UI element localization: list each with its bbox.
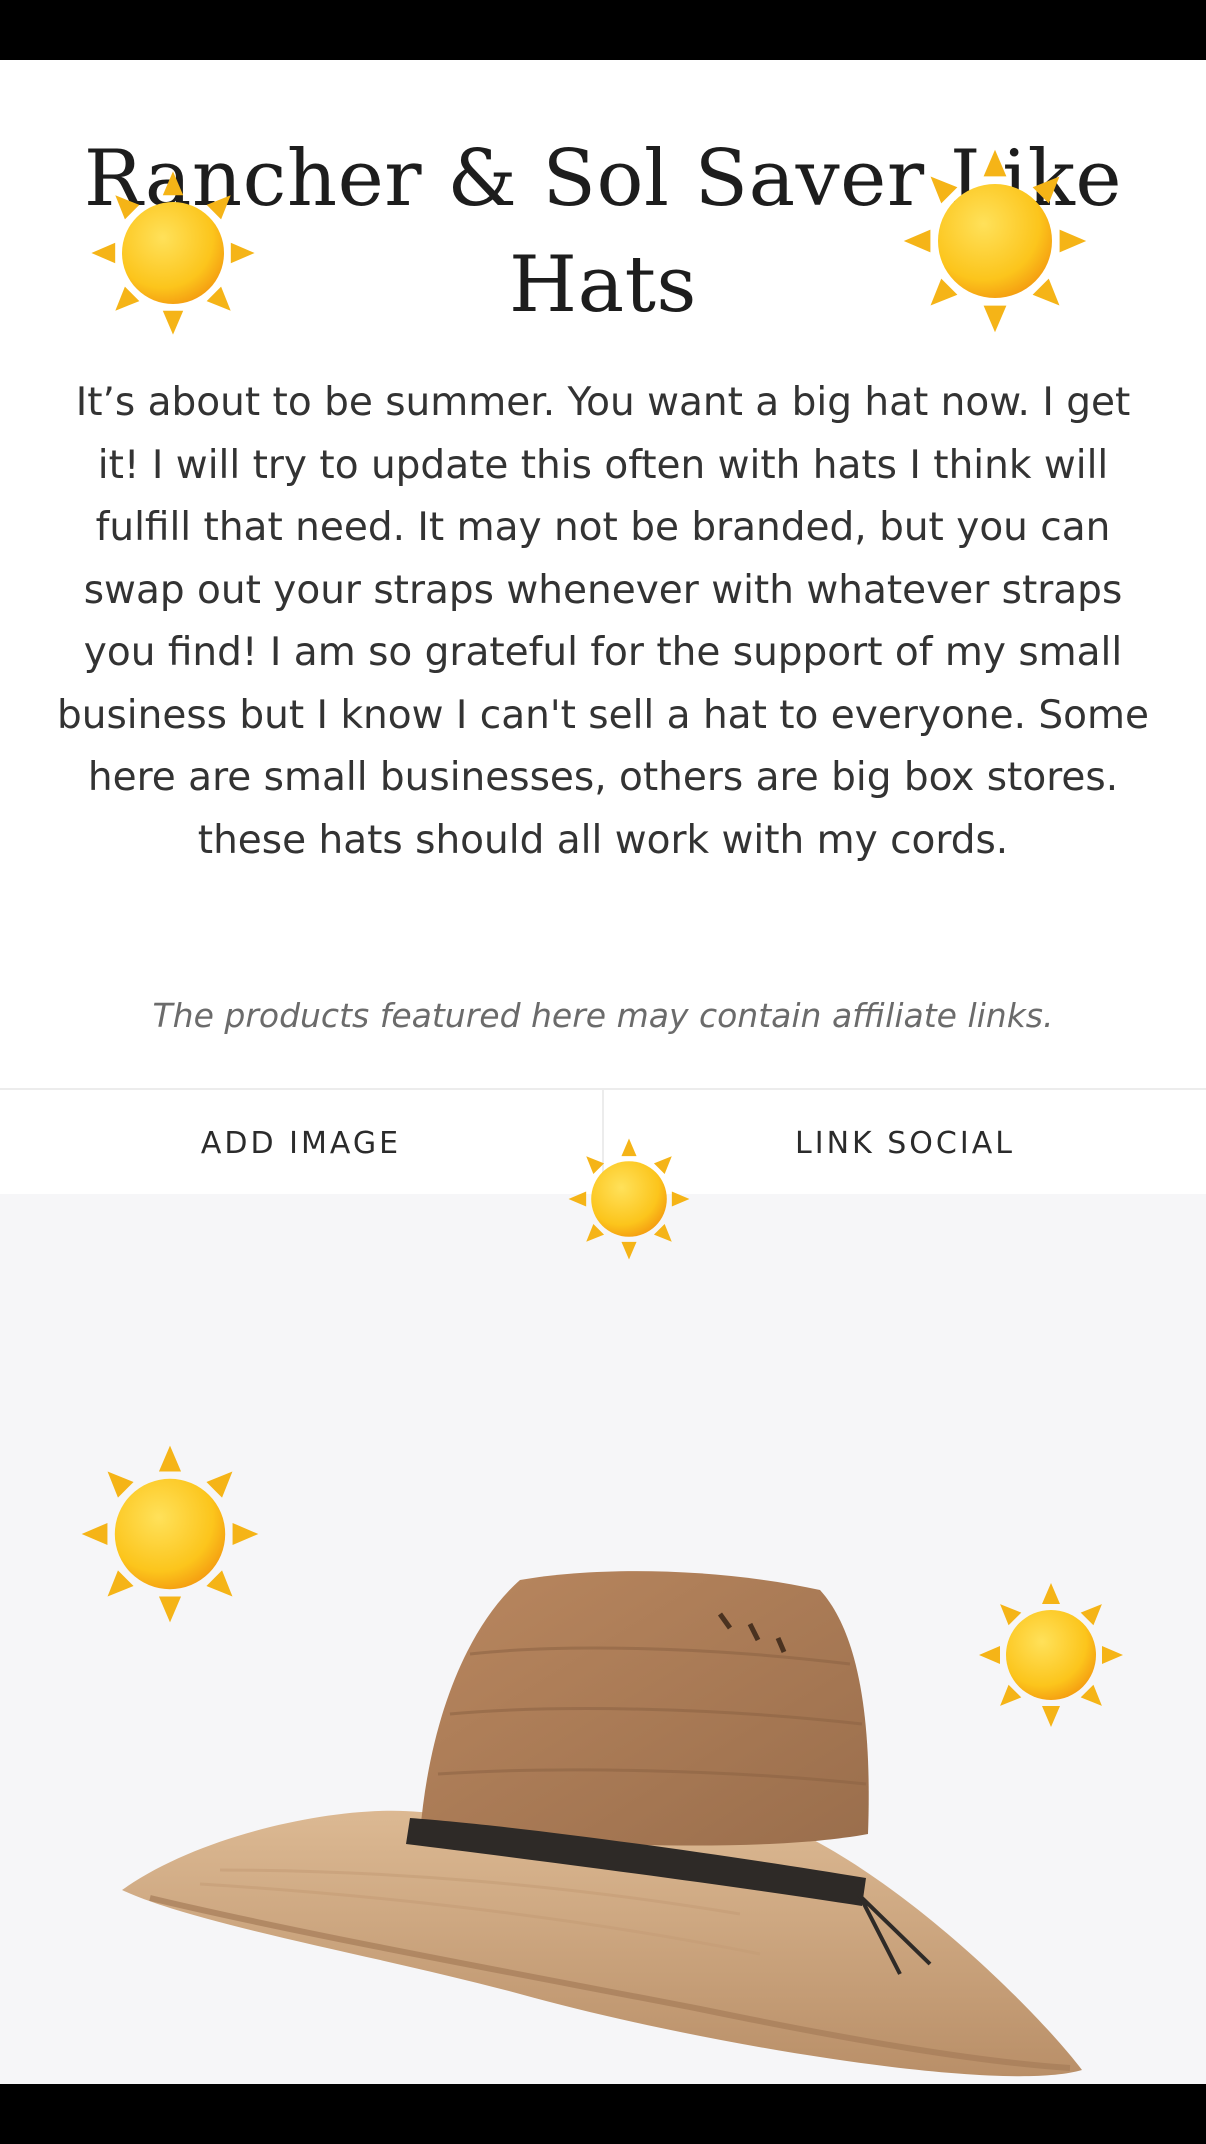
top-letterbox-bar xyxy=(0,0,1206,60)
add-image-button[interactable]: ADD IMAGE xyxy=(0,1090,602,1196)
bottom-letterbox-bar xyxy=(0,2084,1206,2144)
link-social-button[interactable]: LINK SOCIAL xyxy=(602,1090,1206,1196)
collection-description: It’s about to be summer. You want a big … xyxy=(57,380,1149,863)
hat-collection-card: Rancher & Sol Saver Like Hats It’s about… xyxy=(0,60,1206,2084)
affiliate-disclaimer: The products featured here may contain a… xyxy=(152,996,1054,1035)
sun-icon xyxy=(568,1138,690,1260)
sun-icon xyxy=(979,1583,1123,1727)
sun-icon xyxy=(91,171,255,335)
sun-icon xyxy=(81,1445,259,1623)
sun-icon xyxy=(903,149,1087,333)
